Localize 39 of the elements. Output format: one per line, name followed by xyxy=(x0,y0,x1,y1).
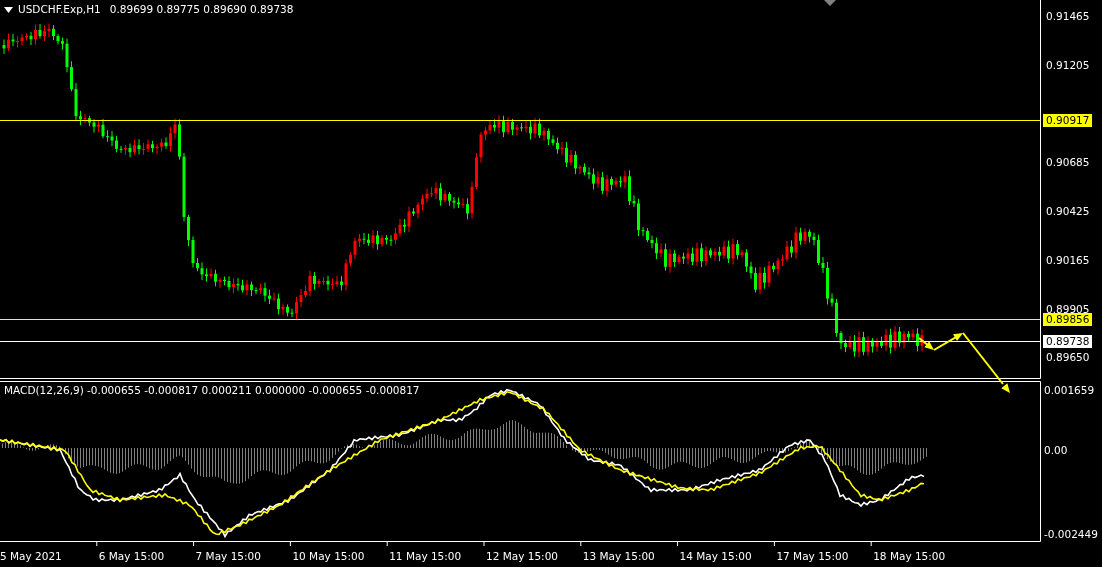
time-axis-tick xyxy=(386,541,388,547)
macd-axis-label: -0.002449 xyxy=(1044,528,1098,541)
time-axis-label: 6 May 15:00 xyxy=(98,550,165,563)
time-axis-label: 14 May 15:00 xyxy=(679,550,752,563)
price-label: 0.89856 xyxy=(1043,313,1093,326)
time-axis-tick xyxy=(870,541,872,547)
symbol-label: USDCHF.Exp,H1 xyxy=(18,3,101,16)
time-axis-label: 7 May 15:00 xyxy=(195,550,261,563)
macd-indicator-label: MACD(12,26,9) -0.000655 -0.000817 0.000211 0.000000 -0.000655 -0.000817 xyxy=(4,384,420,397)
price-axis-label: 0.91205 xyxy=(1046,58,1090,72)
price-axis-label: 0.90425 xyxy=(1046,205,1090,219)
time-axis-tick xyxy=(193,541,195,547)
macd-axis-label: 0.00 xyxy=(1044,444,1068,458)
time-axis-label: 11 May 15:00 xyxy=(389,550,462,563)
price-axis-label: 0.89650 xyxy=(1046,350,1090,364)
price-axis-label: 0.89905 xyxy=(1046,302,1090,315)
time-axis-tick xyxy=(96,541,98,547)
price-axis-label: 0.91465 xyxy=(1046,10,1090,23)
horizontal-line[interactable] xyxy=(0,319,1041,320)
time-axis-label: 12 May 15:00 xyxy=(486,550,558,563)
quote-values: 0.89699 0.89775 0.89690 0.89738 xyxy=(109,3,294,16)
time-axis-tick xyxy=(580,541,582,547)
time-axis-tick xyxy=(677,541,679,547)
price-label: 0.89738 xyxy=(1043,335,1093,348)
time-axis-tick xyxy=(289,541,291,547)
macd-axis-label: 0.001659 xyxy=(1044,384,1095,397)
price-axis-label: 0.90685 xyxy=(1046,156,1090,170)
time-axis-tick xyxy=(483,541,485,547)
price-axis-label: 0.90165 xyxy=(1046,254,1090,267)
dropdown-triangle-icon[interactable] xyxy=(4,6,13,13)
time-axis-tick xyxy=(773,541,775,547)
price-label: 0.90917 xyxy=(1043,114,1093,127)
time-axis-label: 5 May 2021 xyxy=(0,550,62,563)
time-axis-label: 17 May 15:00 xyxy=(776,550,849,563)
horizontal-line[interactable] xyxy=(0,120,1041,121)
time-axis-label: 10 May 15:00 xyxy=(292,550,365,563)
chart-shift-marker-icon[interactable] xyxy=(824,0,836,6)
time-axis-label: 13 May 15:00 xyxy=(582,550,655,563)
time-axis-label: 18 May 15:00 xyxy=(873,550,946,563)
